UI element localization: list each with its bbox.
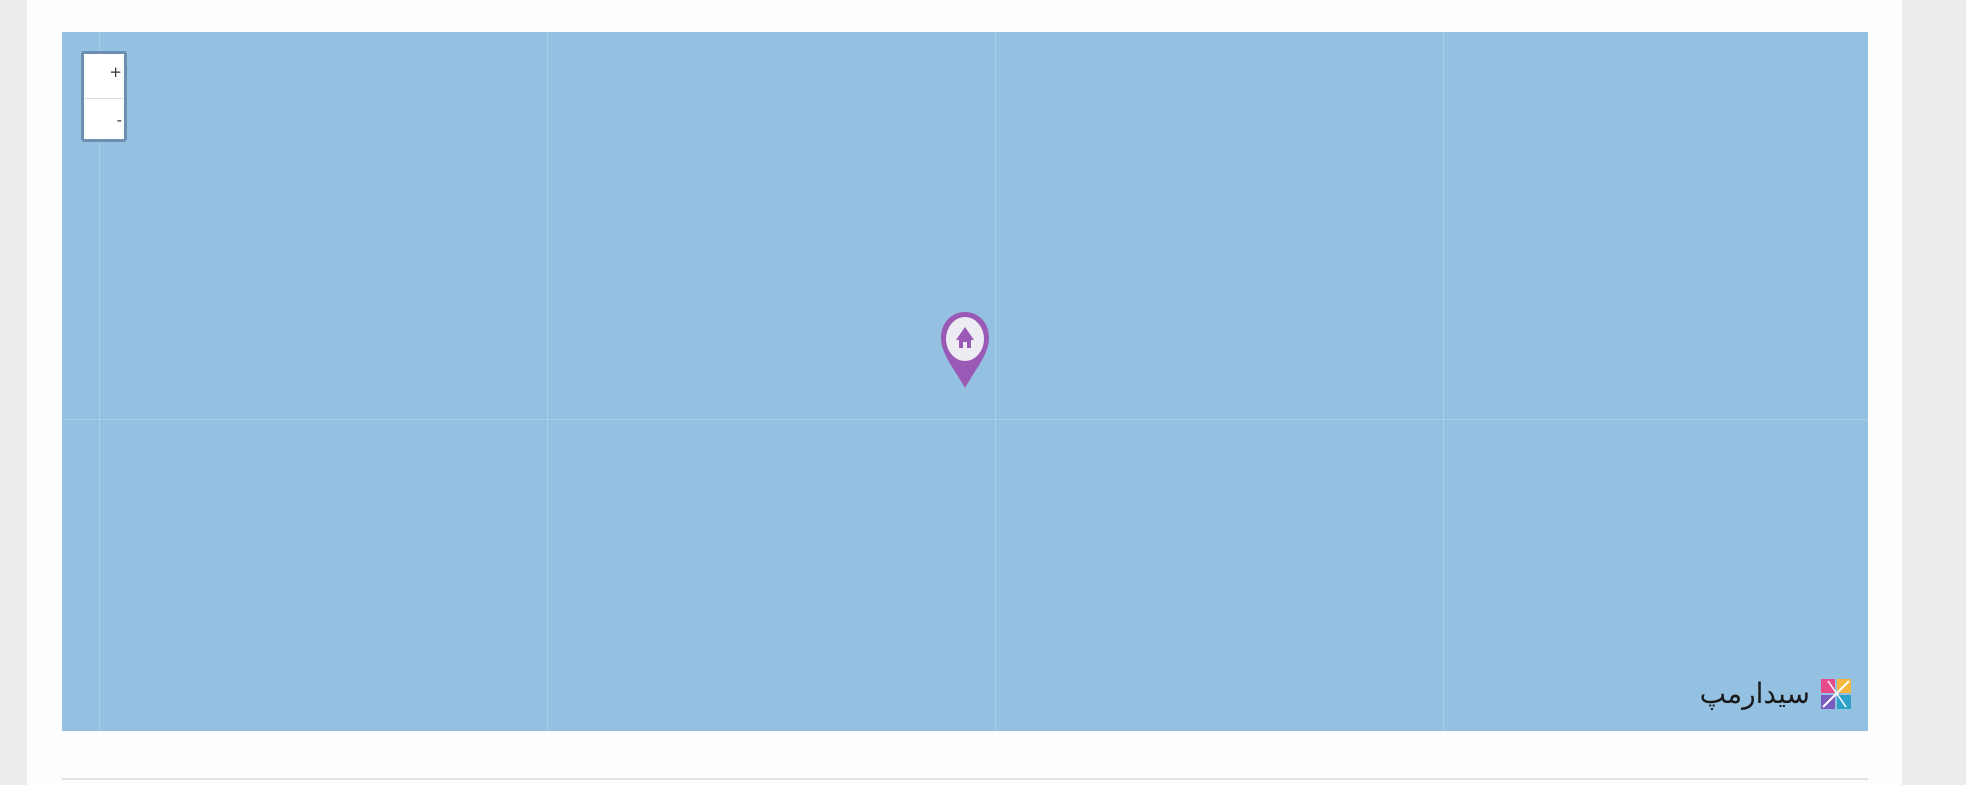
map-container[interactable]: + - سیدارمپ (62, 32, 1868, 731)
zoom-out-label: - (116, 111, 122, 129)
location-marker[interactable] (939, 310, 991, 390)
zoom-out-button[interactable]: - (84, 99, 124, 143)
divider (62, 778, 1868, 780)
tile-boundary (62, 419, 1868, 420)
brand-logo-icon (1821, 678, 1851, 709)
zoom-in-label: + (109, 63, 122, 81)
tile-boundary (547, 32, 548, 731)
tile-boundary (995, 32, 996, 731)
map-attribution[interactable]: سیدارمپ (1700, 677, 1852, 710)
tile-boundary (1443, 32, 1444, 731)
brand-name: سیدارمپ (1699, 677, 1810, 710)
zoom-control: + - (81, 51, 127, 142)
zoom-in-button[interactable]: + (84, 54, 124, 99)
